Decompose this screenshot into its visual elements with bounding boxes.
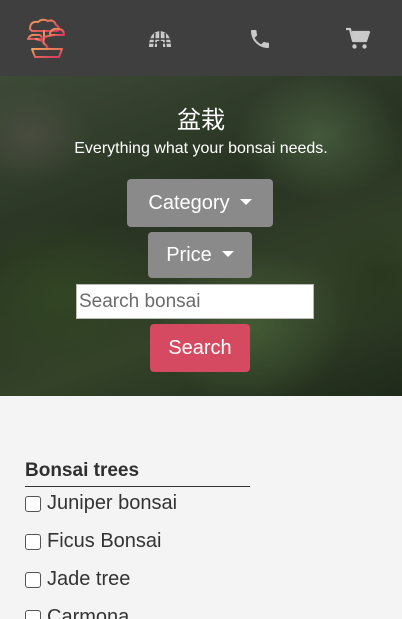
category-dropdown-label: Category xyxy=(148,191,230,214)
hero-title: 盆栽 xyxy=(177,106,225,134)
filter-item-jade[interactable]: Jade tree xyxy=(25,568,130,591)
price-dropdown[interactable]: Price xyxy=(148,232,252,278)
filter-title: Bonsai trees xyxy=(25,460,250,487)
home-icon[interactable] xyxy=(147,27,173,51)
bonsai-logo[interactable] xyxy=(24,15,70,61)
cart-icon[interactable] xyxy=(345,27,371,51)
filter-item-label: Jade tree xyxy=(47,568,131,590)
checkbox[interactable] xyxy=(25,571,41,588)
filter-item-ficus[interactable]: Ficus Bonsai xyxy=(25,530,162,553)
hero-banner: 盆栽 Everything what your bonsai needs. Ca… xyxy=(0,76,402,396)
filter-item-juniper[interactable]: Juniper bonsai xyxy=(25,492,177,515)
price-dropdown-label: Price xyxy=(166,243,212,266)
filter-item-label: Carmona xyxy=(47,606,130,619)
hero-subtitle: Everything what your bonsai needs. xyxy=(74,140,328,157)
checkbox[interactable] xyxy=(25,533,41,550)
checkbox[interactable] xyxy=(25,495,41,512)
checkbox[interactable] xyxy=(25,609,41,619)
phone-icon[interactable] xyxy=(247,27,273,51)
category-dropdown[interactable]: Category xyxy=(127,179,273,227)
search-button[interactable]: Search xyxy=(150,324,250,372)
search-input[interactable] xyxy=(76,284,314,319)
filter-item-label: Juniper bonsai xyxy=(47,492,178,514)
filter-item-carmona[interactable]: Carmona xyxy=(25,606,129,619)
filter-item-label: Ficus Bonsai xyxy=(47,530,162,552)
caret-down-icon xyxy=(221,251,234,257)
caret-down-icon xyxy=(239,199,252,205)
navbar xyxy=(0,0,402,76)
